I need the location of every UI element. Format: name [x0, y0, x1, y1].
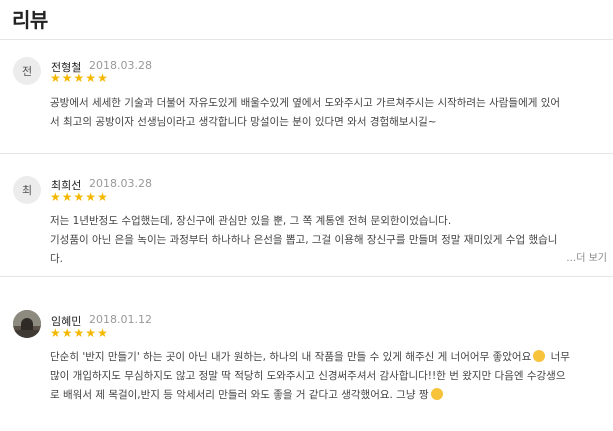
review-text-segment: 단순히 '반지 만들기' 하는 곳이 아닌 내가 원하는, 하나의 내 작품을 …	[50, 351, 532, 363]
review-text-segment: 로 배워서 제 목걸이,반지 등 악세서리 만들러 와도 좋을 거 같다고 생각…	[50, 389, 429, 401]
profile-photo-ground	[13, 330, 41, 338]
review-item: 임혜민 2018.01.12 ★ ★ ★ ★ ★ 단순히 '반지 만들기' 하는…	[0, 278, 613, 431]
review-item: 전 전형철 2018.03.28 ★ ★ ★ ★ ★ 공방에서 세세한 기술과 …	[0, 40, 613, 154]
review-text-line: 로 배워서 제 목걸이,반지 등 악세서리 만들러 와도 좋을 거 같다고 생각…	[50, 386, 610, 405]
star-icon: ★	[73, 326, 85, 340]
review-text-segment: 너무	[547, 351, 570, 363]
review-divider	[0, 276, 613, 277]
review-text-line: 서 최고의 공방이자 선생님이라고 생각합니다 망설이는 분이 있다면 와서 경…	[50, 116, 437, 128]
review-text: 공방에서 세세한 기술과 더불어 자유도있게 배울수있게 옆에서 도와주시고 가…	[50, 94, 610, 132]
star-icon: ★	[85, 190, 97, 204]
star-icon: ★	[73, 190, 85, 204]
star-icon: ★	[61, 190, 73, 204]
crying-face-emoji-icon	[533, 350, 546, 362]
smiling-face-emoji-icon	[430, 388, 443, 400]
section-title: 리뷰	[12, 8, 48, 32]
star-rating: ★ ★ ★ ★ ★	[50, 191, 108, 203]
star-icon: ★	[97, 71, 108, 85]
star-icon: ★	[97, 190, 108, 204]
star-icon: ★	[61, 326, 73, 340]
review-text-line: 기성품이 아닌 은을 녹이는 과정부터 하나하나 은선을 뽑고, 그걸 이용해 …	[50, 234, 558, 246]
review-date: 2018.01.12	[89, 313, 152, 326]
review-text-line: 단순히 '반지 만들기' 하는 곳이 아닌 내가 원하는, 하나의 내 작품을 …	[50, 348, 610, 367]
review-item: 최 최희선 2018.03.28 ★ ★ ★ ★ ★ 저는 1년반정도 수업했는…	[0, 155, 613, 277]
star-icon: ★	[97, 326, 108, 340]
review-text-line: 다.	[50, 253, 63, 265]
more-button[interactable]: …더 보기	[566, 249, 607, 264]
review-text: 단순히 '반지 만들기' 하는 곳이 아닌 내가 원하는, 하나의 내 작품을 …	[50, 348, 610, 405]
star-icon: ★	[85, 326, 97, 340]
review-text-line: 많이 개입하지도 무심하지도 않고 정말 딱 적당히 도와주시고 신경써주셔서 …	[50, 370, 566, 382]
review-date: 2018.03.28	[89, 177, 152, 190]
star-icon: ★	[61, 71, 73, 85]
review-text-line: 공방에서 세세한 기술과 더불어 자유도있게 배울수있게 옆에서 도와주시고 가…	[50, 97, 561, 109]
star-rating: ★ ★ ★ ★ ★	[50, 327, 108, 339]
star-rating: ★ ★ ★ ★ ★	[50, 72, 108, 84]
star-icon: ★	[50, 326, 61, 340]
avatar: 전	[13, 57, 41, 85]
review-text: 저는 1년반정도 수업했는데, 장신구에 관심만 있을 뿐, 그 쪽 계통엔 전…	[50, 212, 610, 269]
avatar: 최	[13, 176, 41, 204]
star-icon: ★	[85, 71, 97, 85]
star-icon: ★	[50, 190, 61, 204]
review-text-line: 저는 1년반정도 수업했는데, 장신구에 관심만 있을 뿐, 그 쪽 계통엔 전…	[50, 215, 452, 227]
star-icon: ★	[73, 71, 85, 85]
avatar	[13, 310, 41, 338]
star-icon: ★	[50, 71, 61, 85]
review-divider	[0, 153, 613, 154]
